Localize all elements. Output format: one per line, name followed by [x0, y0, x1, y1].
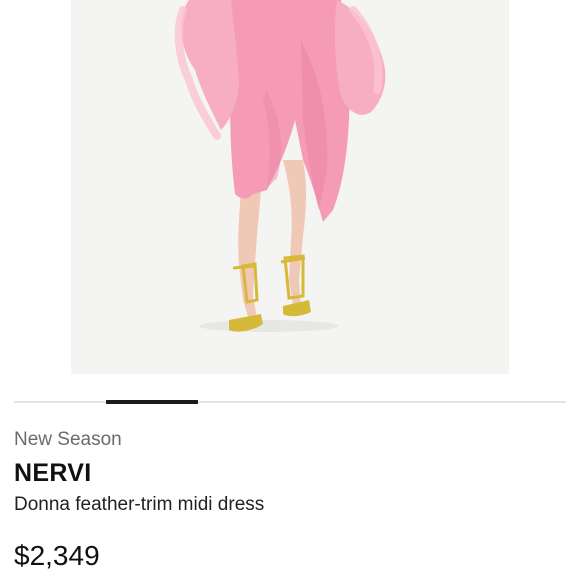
product-photo-illustration [71, 0, 509, 374]
product-name: Donna feather-trim midi dress [14, 494, 265, 515]
product-image-carousel[interactable] [0, 0, 580, 374]
product-info: New Season NERVI Donna feather-trim midi… [14, 426, 566, 573]
brand-name[interactable]: NERVI [14, 458, 566, 488]
product-photo[interactable] [71, 0, 509, 374]
product-page: New Season NERVI Donna feather-trim midi… [0, 0, 580, 580]
carousel-progress-track[interactable] [14, 401, 566, 403]
season-label: New Season [14, 429, 122, 450]
carousel-progress-indicator [106, 400, 198, 404]
product-price: $2,349 [14, 540, 100, 571]
